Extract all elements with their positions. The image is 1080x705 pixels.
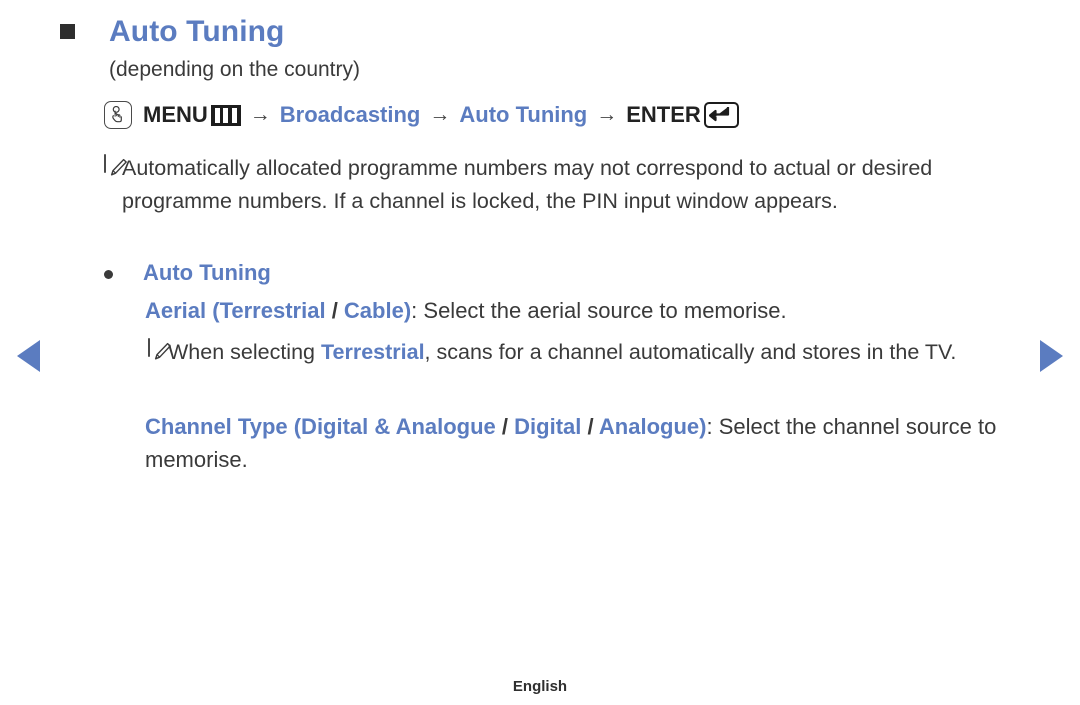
aerial-option-label: Aerial (Terrestrial	[145, 298, 326, 323]
note-block-1: Automatically allocated programme number…	[104, 152, 1002, 218]
channel-type-option-label: Channel Type (Digital & Analogue	[145, 414, 496, 439]
menu-path-breadcrumb: MENU → Broadcasting → Auto Tuning → ENTE…	[104, 100, 739, 130]
path-arrow-1: →	[249, 103, 271, 126]
menu-button-glyph-icon	[210, 104, 241, 126]
note-text-2-after: , scans for a channel automatically and …	[424, 340, 957, 364]
channel-type-separator-1: /	[495, 414, 515, 439]
aerial-separator: /	[325, 298, 344, 323]
previous-page-arrow-icon[interactable]	[17, 340, 40, 372]
enter-return-glyph-icon	[703, 102, 739, 128]
bullet-dot-icon	[104, 270, 113, 279]
terrestrial-highlight: Terrestrial	[320, 340, 425, 364]
manual-page: Auto Tuning (depending on the country) M…	[0, 0, 1080, 705]
aerial-description-text: : Select the aerial source to memorise.	[411, 298, 787, 323]
channel-type-description: Channel Type (Digital & Analogue / Digit…	[145, 410, 1035, 476]
next-page-arrow-icon[interactable]	[1040, 340, 1063, 372]
note-block-2: When selecting Terrestrial, scans for a …	[148, 336, 1048, 369]
remote-press-hand-icon	[104, 101, 132, 129]
note-text-2: When selecting Terrestrial, scans for a …	[168, 336, 1048, 369]
cable-option-label: Cable)	[343, 298, 412, 323]
analogue-option-label: Analogue)	[598, 414, 707, 439]
bullet-item-label: Auto Tuning	[143, 260, 271, 285]
note-pen-icon	[148, 338, 171, 360]
bullet-item-auto-tuning: Auto Tuning	[104, 258, 271, 288]
menu-label: MENU	[143, 102, 208, 127]
note-pen-icon	[104, 154, 127, 176]
page-subtitle: (depending on the country)	[109, 58, 361, 81]
digital-option-label: Digital	[514, 414, 582, 439]
path-arrow-3: →	[596, 103, 618, 126]
note-text-2-before: When selecting	[168, 340, 321, 364]
page-heading: Auto Tuning	[60, 12, 284, 52]
note-text-1: Automatically allocated programme number…	[122, 156, 933, 213]
auto-tuning-label: Auto Tuning	[459, 102, 588, 127]
channel-type-separator-2: /	[581, 414, 599, 439]
broadcasting-label: Broadcasting	[279, 102, 421, 127]
filled-square-icon	[60, 24, 75, 39]
enter-label: ENTER	[626, 102, 701, 127]
footer-language: English	[512, 678, 568, 695]
page-title: Auto Tuning	[109, 15, 285, 48]
path-arrow-2: →	[429, 103, 451, 126]
aerial-description: Aerial (Terrestrial / Cable): Select the…	[145, 294, 1045, 327]
